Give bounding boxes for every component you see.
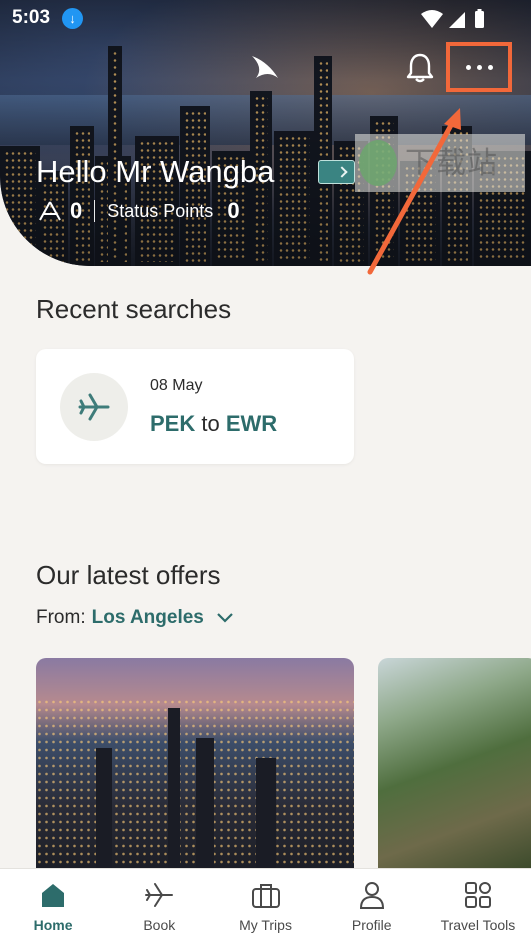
battery-icon: [475, 11, 484, 28]
download-icon: ↓: [62, 8, 83, 29]
status-points-row[interactable]: 0 Status Points 0: [38, 198, 240, 224]
recent-search-card[interactable]: 08 May PEK to EWR: [36, 349, 354, 464]
suitcase-icon: [251, 884, 280, 908]
tab-my-trips[interactable]: My Trips: [212, 869, 318, 944]
bell-icon[interactable]: [406, 52, 434, 88]
more-dot-icon: [465, 64, 471, 70]
tab-book[interactable]: Book: [106, 869, 212, 944]
home-icon: [42, 884, 65, 907]
tab-home[interactable]: Home: [0, 869, 106, 944]
status-points-label: Status Points: [107, 200, 214, 221]
destination-code: EWR: [225, 411, 278, 436]
brand-logo: [248, 52, 282, 88]
status-bar: 5:03 ↓: [0, 0, 531, 36]
status-icons: [419, 8, 489, 36]
miles-value: 0: [70, 198, 83, 223]
recent-search-date: 08 May: [150, 377, 203, 394]
more-options-button[interactable]: [446, 42, 512, 92]
status-points-value: 0: [227, 198, 240, 223]
tab-profile[interactable]: Profile: [319, 869, 425, 944]
from-city-selector[interactable]: From: Los Angeles: [36, 607, 234, 629]
signal-icon: [449, 12, 465, 28]
greeting-text: Hello Mr Wangba: [36, 154, 275, 189]
plane-icon: [78, 393, 110, 421]
grid-icon: [464, 882, 491, 908]
tab-travel-tools[interactable]: Travel Tools: [425, 869, 531, 944]
offer-card-hong-kong[interactable]: [36, 658, 354, 868]
miles-icon: [39, 201, 61, 221]
from-city: Los Angeles: [91, 607, 204, 628]
offer-card-coast[interactable]: [378, 658, 531, 868]
plane-icon: [145, 883, 174, 907]
from-label: From:: [36, 607, 86, 628]
membership-card-icon[interactable]: [318, 160, 355, 184]
flight-icon-circle: [60, 373, 128, 441]
bottom-tab-bar: Home Book My Trips Profile Travel Tools: [0, 868, 531, 944]
person-icon: [359, 882, 384, 909]
annotation-arrow-icon: [367, 108, 461, 275]
recent-searches-title: Recent searches: [36, 294, 232, 324]
recent-search-route: PEK to EWR: [150, 411, 277, 437]
chevron-down-icon: [217, 613, 233, 623]
wifi-icon: [421, 10, 443, 28]
latest-offers-title: Our latest offers: [36, 560, 221, 590]
origin-code: PEK: [150, 411, 196, 436]
divider: [94, 200, 96, 222]
status-time: 5:03: [12, 7, 51, 28]
route-connector: to: [201, 411, 220, 436]
